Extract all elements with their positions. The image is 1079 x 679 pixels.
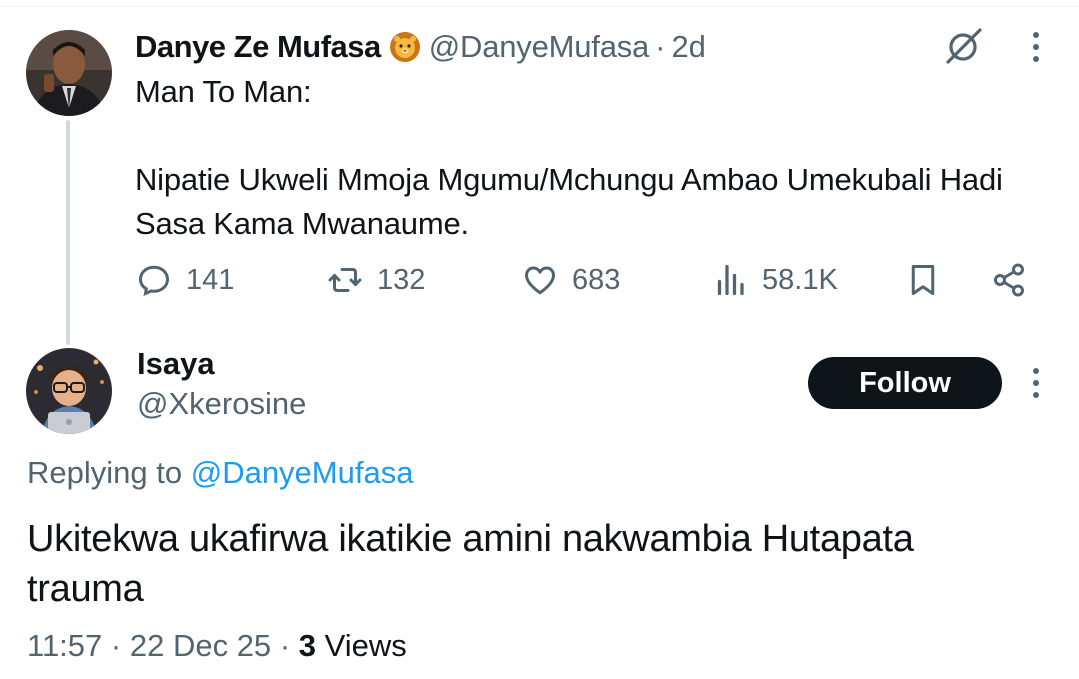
header-separator: · (655, 29, 666, 64)
top-divider (0, 6, 1079, 7)
reply-views-count[interactable]: 3 (299, 628, 316, 663)
reply-date[interactable]: 22 Dec 25 (130, 628, 271, 663)
repost-count: 132 (377, 263, 426, 296)
repost-action[interactable]: 132 (327, 256, 425, 304)
grok-icon[interactable] (944, 26, 984, 66)
parent-text-line-1: Man To Man: (135, 74, 312, 109)
views-count: 58.1K (762, 263, 838, 296)
like-icon (525, 266, 555, 295)
parent-action-bar: 141 132 683 58.1K (0, 256, 1079, 304)
parent-text-line-2: Nipatie Ukweli Mmoja Mgumu/Mchungu Ambao… (135, 162, 1003, 241)
reply-time[interactable]: 11:57 (27, 628, 102, 663)
reply-avatar[interactable] (26, 348, 112, 434)
parent-tweet-header: Danye Ze Mufasa @DanyeMufasa · 2d (135, 27, 706, 67)
reply-count: 141 (186, 263, 235, 296)
like-count: 683 (572, 263, 621, 296)
bookmark-action[interactable] (905, 256, 955, 304)
meta-separator-2: · (279, 628, 291, 663)
parent-timestamp[interactable]: 2d (671, 29, 705, 65)
parent-tweet-text: Man To Man: Nipatie Ukweli Mmoja Mgumu/M… (135, 70, 1035, 246)
views-icon (717, 264, 744, 296)
parent-handle[interactable]: @DanyeMufasa (429, 29, 650, 65)
reply-views-label: Views (324, 628, 407, 663)
views-action[interactable]: 58.1K (712, 256, 838, 304)
lion-face-emoji-icon (389, 31, 421, 63)
reply-display-name[interactable]: Isaya (137, 346, 215, 382)
reply-icon (138, 265, 170, 297)
share-action[interactable] (991, 256, 1041, 304)
replying-to-handle-link[interactable]: @DanyeMufasa (191, 455, 414, 490)
reply-tweet-text: Ukitekwa ukafirwa ikatikie amini nakwamb… (27, 518, 914, 610)
reply-handle[interactable]: @Xkerosine (137, 386, 306, 422)
replying-to-prefix: Replying to (27, 455, 191, 490)
replying-to-line: Replying to @DanyeMufasa (27, 455, 413, 491)
meta-separator-1: · (110, 628, 122, 663)
thread-connector-line (66, 120, 70, 345)
more-options-icon[interactable] (1024, 30, 1048, 64)
like-action[interactable]: 683 (522, 256, 620, 304)
reply-action[interactable]: 141 (136, 256, 234, 304)
reply-more-options-icon[interactable] (1024, 366, 1048, 400)
repost-icon (328, 268, 362, 292)
share-icon (994, 263, 1024, 297)
parent-display-name[interactable]: Danye Ze Mufasa (135, 29, 381, 65)
reply-meta-line: 11:57 · 22 Dec 25 · 3 Views (27, 628, 407, 664)
bookmark-icon (911, 265, 935, 295)
follow-button[interactable]: Follow (808, 357, 1002, 409)
parent-avatar[interactable] (26, 30, 112, 116)
